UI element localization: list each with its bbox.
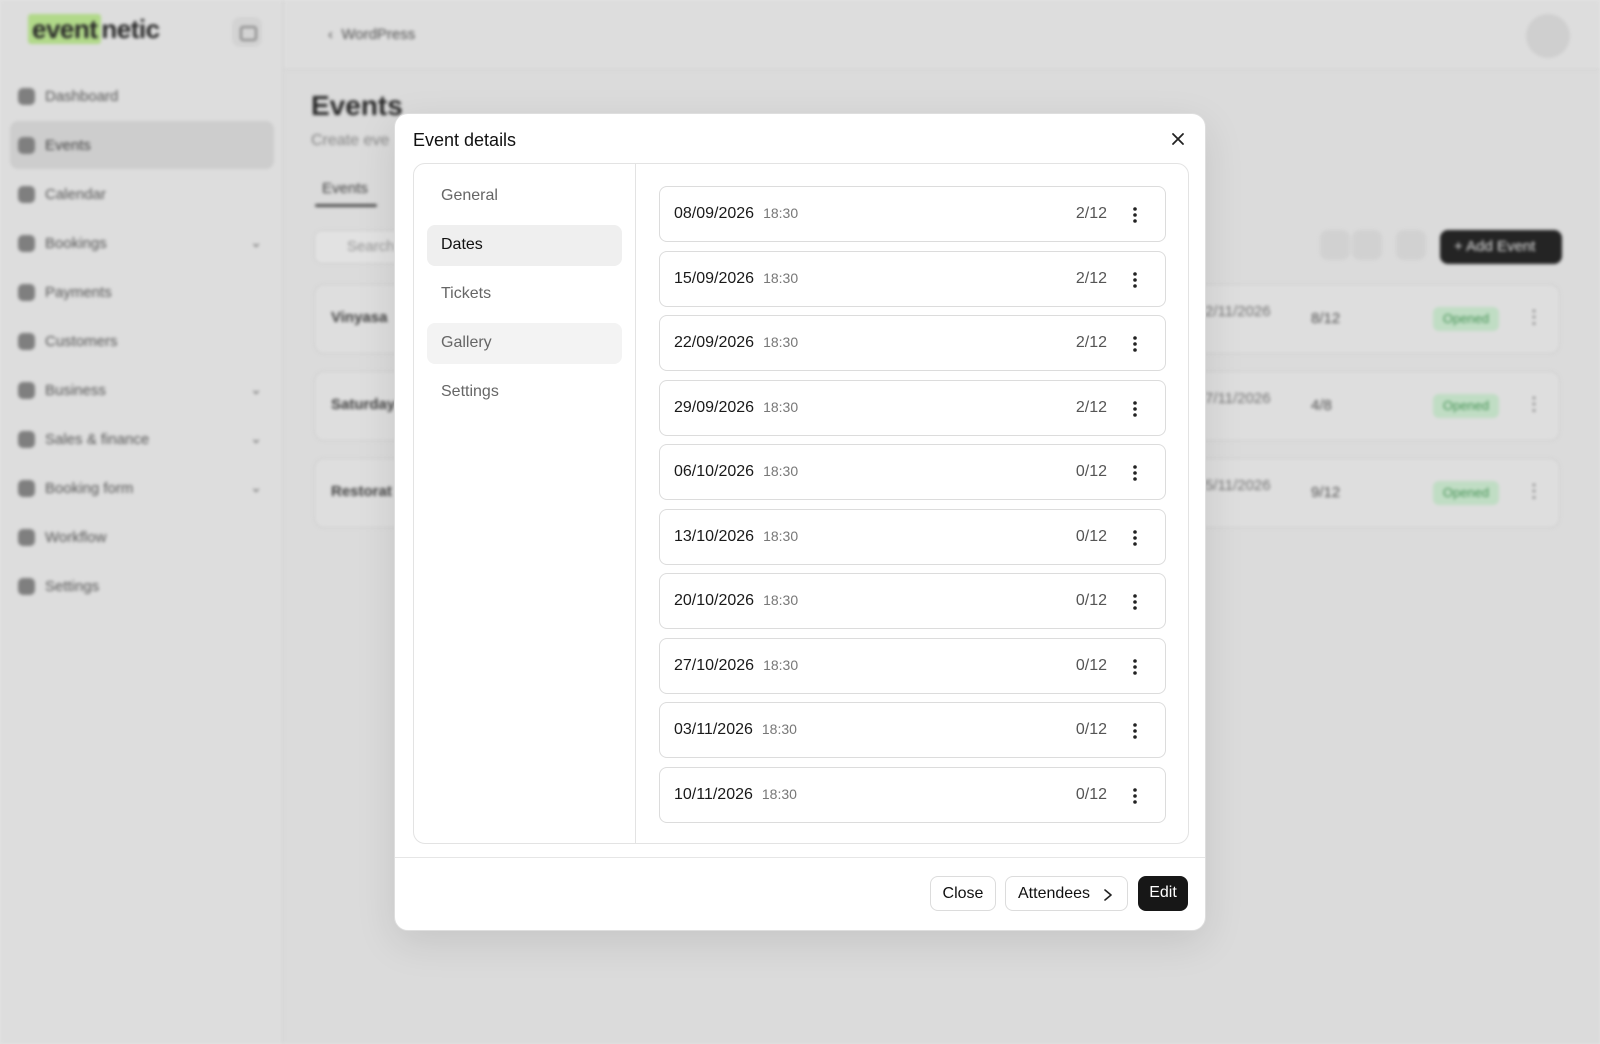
attendees-button-label: Attendees bbox=[1018, 885, 1091, 902]
date-row[interactable]: 13/10/2026 18:30 0/12 bbox=[659, 508, 1166, 565]
date-row[interactable]: 20/10/2026 18:30 0/12 bbox=[659, 573, 1166, 629]
date-time: 18:30 bbox=[763, 656, 799, 673]
date-value: 27/10/2026 bbox=[674, 656, 755, 674]
date-capacity: 0/12 bbox=[1075, 721, 1107, 738]
date-time: 18:30 bbox=[763, 527, 799, 544]
date-capacity: 2/12 bbox=[1075, 205, 1107, 222]
tab-dates[interactable]: Dates bbox=[427, 225, 622, 266]
date-capacity: 0/12 bbox=[1075, 656, 1107, 674]
date-time: 18:30 bbox=[763, 463, 799, 479]
date-row[interactable]: 03/11/2026 18:30 0/12 bbox=[659, 702, 1166, 758]
more-vertical-icon[interactable] bbox=[1125, 333, 1145, 355]
date-time: 18:30 bbox=[761, 721, 797, 737]
attendees-button[interactable]: Attendees bbox=[1005, 876, 1128, 911]
date-capacity: 0/12 bbox=[1075, 463, 1107, 480]
date-time: 18:30 bbox=[763, 592, 799, 608]
date-time: 18:30 bbox=[763, 205, 799, 221]
event-details-modal: Event details General Dates Tickets Gallery… bbox=[394, 113, 1206, 931]
date-row[interactable]: 06/10/2026 18:30 0/12 bbox=[659, 444, 1166, 500]
more-vertical-icon[interactable] bbox=[1125, 462, 1145, 484]
close-icon[interactable] bbox=[1167, 128, 1189, 150]
date-value: 29/09/2026 bbox=[674, 398, 755, 416]
date-row[interactable]: 27/10/2026 18:30 0/12 bbox=[659, 637, 1166, 694]
chevron-right-icon bbox=[1104, 889, 1112, 901]
more-vertical-icon[interactable] bbox=[1125, 656, 1145, 678]
date-capacity: 2/12 bbox=[1075, 269, 1107, 287]
date-capacity: 0/12 bbox=[1075, 592, 1107, 609]
date-time: 18:30 bbox=[763, 398, 799, 415]
date-value: 08/09/2026 bbox=[674, 205, 755, 222]
date-capacity: 2/12 bbox=[1075, 334, 1107, 351]
more-vertical-icon[interactable] bbox=[1125, 398, 1145, 420]
date-row[interactable]: 22/09/2026 18:30 2/12 bbox=[659, 315, 1166, 371]
date-value: 13/10/2026 bbox=[674, 527, 755, 545]
edit-button[interactable]: Edit bbox=[1138, 876, 1188, 911]
date-row[interactable]: 10/11/2026 18:30 0/12 bbox=[659, 766, 1166, 823]
date-capacity: 0/12 bbox=[1075, 785, 1107, 803]
tab-general[interactable]: General bbox=[427, 176, 622, 217]
dates-list: 08/09/2026 18:30 2/12 15/09/2026 18:30 2/12 22… bbox=[659, 186, 1166, 831]
date-row[interactable]: 29/09/2026 18:30 2/12 bbox=[659, 379, 1166, 436]
tab-settings[interactable]: Settings bbox=[427, 372, 622, 413]
date-value: 06/10/2026 bbox=[674, 463, 755, 480]
more-vertical-icon[interactable] bbox=[1125, 204, 1145, 226]
date-row[interactable]: 15/09/2026 18:30 2/12 bbox=[659, 250, 1166, 307]
date-value: 10/11/2026 bbox=[674, 785, 753, 803]
more-vertical-icon[interactable] bbox=[1125, 527, 1145, 549]
date-value: 20/10/2026 bbox=[674, 592, 755, 609]
tab-gallery[interactable]: Gallery bbox=[427, 323, 622, 364]
date-row[interactable]: 08/09/2026 18:30 2/12 bbox=[659, 186, 1166, 242]
close-button[interactable]: Close bbox=[930, 876, 996, 911]
tab-tickets[interactable]: Tickets bbox=[427, 274, 622, 315]
modal-tabs: General Dates Tickets Gallery Settings bbox=[414, 164, 636, 843]
date-time: 18:30 bbox=[763, 334, 799, 350]
modal-title: Event details bbox=[413, 130, 517, 150]
more-vertical-icon[interactable] bbox=[1125, 269, 1145, 291]
date-value: 15/09/2026 bbox=[674, 269, 755, 287]
date-time: 18:30 bbox=[763, 269, 799, 286]
date-capacity: 2/12 bbox=[1075, 398, 1107, 416]
date-value: 03/11/2026 bbox=[674, 721, 753, 738]
more-vertical-icon[interactable] bbox=[1125, 591, 1145, 613]
date-capacity: 0/12 bbox=[1075, 527, 1107, 545]
date-value: 22/09/2026 bbox=[674, 334, 755, 351]
more-vertical-icon[interactable] bbox=[1125, 785, 1145, 807]
modal-body: General Dates Tickets Gallery Settings 08/09… bbox=[413, 163, 1189, 844]
modal-footer: Close Attendees Edit bbox=[395, 857, 1205, 930]
date-time: 18:30 bbox=[761, 785, 797, 802]
more-vertical-icon[interactable] bbox=[1125, 720, 1145, 742]
